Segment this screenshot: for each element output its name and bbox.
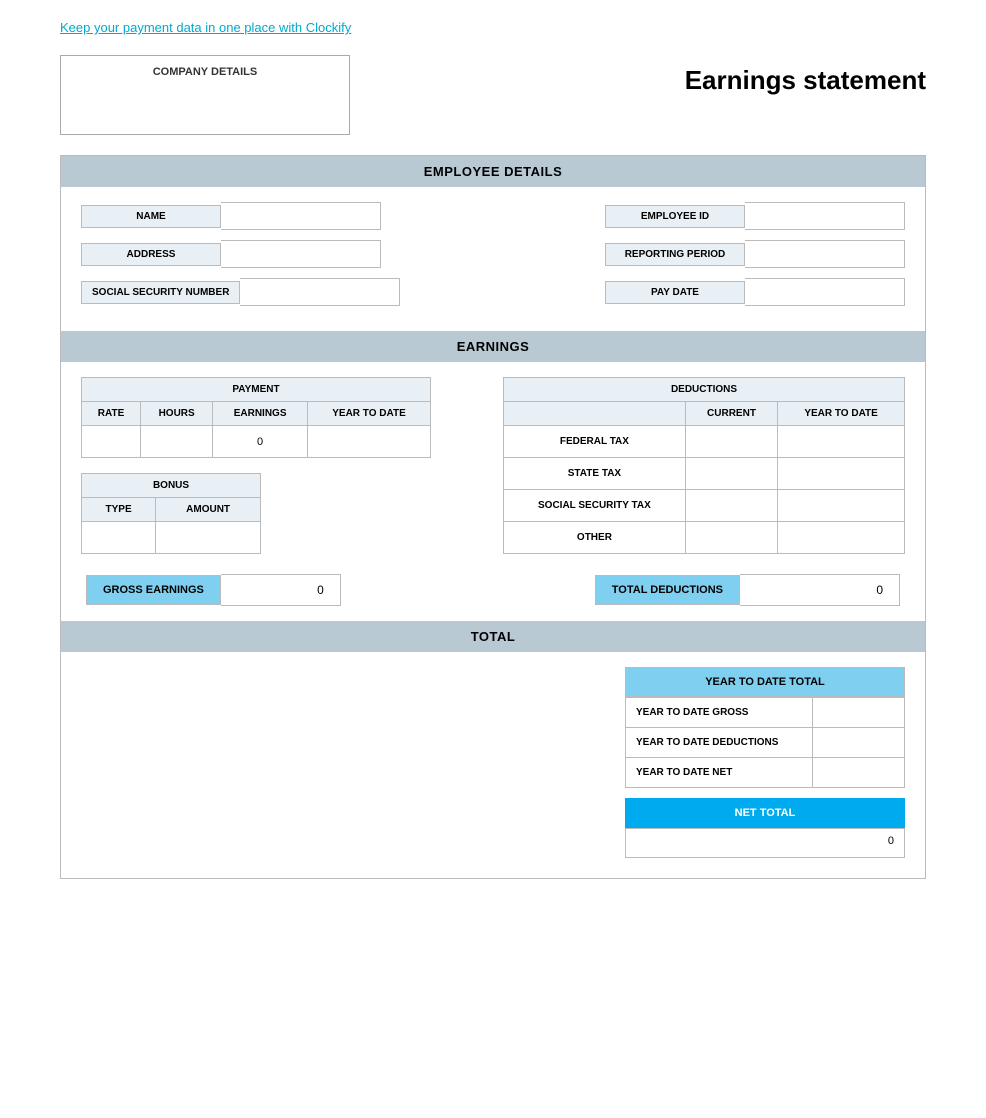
pay-date-input[interactable] [745,278,905,306]
federal-tax-ytd[interactable] [778,426,905,458]
clockify-link[interactable]: Keep your payment data in one place with… [60,20,351,35]
ytd-gross-label: YEAR TO DATE GROSS [626,698,813,728]
employee-details-header: EMPLOYEE DETAILS [61,156,925,187]
ytd-gross-value[interactable] [813,698,905,728]
fields-row-3: SOCIAL SECURITY NUMBER PAY DATE [81,278,905,306]
ssn-label: SOCIAL SECURITY NUMBER [81,281,240,304]
ytd-net-row: YEAR TO DATE NET [626,758,905,788]
totals-row: GROSS EARNINGS 0 TOTAL DEDUCTIONS 0 [81,574,905,606]
payment-col-hours: HOURS [141,402,213,426]
deductions-col-ytd: YEAR TO DATE [778,402,905,426]
name-field-group: NAME [81,202,381,230]
deductions-col-current: CURRENT [685,402,777,426]
payment-header: PAYMENT [82,378,431,402]
gross-earnings-value[interactable]: 0 [221,574,341,606]
total-deductions-label: TOTAL DEDUCTIONS [595,575,740,605]
ytd-container: YEAR TO DATE TOTAL YEAR TO DATE GROSS YE… [81,667,905,858]
payment-hours[interactable] [141,426,213,458]
header-row: COMPANY DETAILS Earnings statement [60,55,926,135]
gross-earnings-label: GROSS EARNINGS [86,575,221,605]
address-field-group: ADDRESS [81,240,381,268]
bonus-col-type: TYPE [82,498,156,522]
page-title: Earnings statement [685,65,926,96]
ssn-input[interactable] [240,278,400,306]
bonus-table: BONUS TYPE AMOUNT [81,473,261,554]
ytd-gross-row: YEAR TO DATE GROSS [626,698,905,728]
deductions-area: DEDUCTIONS CURRENT YEAR TO DATE FEDERAL … [503,377,905,554]
other-tax-current[interactable] [685,522,777,554]
total-deductions-value[interactable]: 0 [740,574,900,606]
reporting-period-input[interactable] [745,240,905,268]
ytd-net-label: YEAR TO DATE NET [626,758,813,788]
address-label: ADDRESS [81,243,221,266]
ytd-deductions-label: YEAR TO DATE DEDUCTIONS [626,728,813,758]
ss-tax-current[interactable] [685,490,777,522]
payment-rate[interactable] [82,426,141,458]
earnings-header: EARNINGS [61,331,925,362]
main-container: EMPLOYEE DETAILS NAME EMPLOYEE ID ADDRES… [60,155,926,879]
payment-earnings[interactable]: 0 [213,426,308,458]
payment-col-earnings: EARNINGS [213,402,308,426]
pay-date-label: PAY DATE [605,281,745,304]
bonus-amount[interactable] [156,522,261,554]
ytd-header: YEAR TO DATE TOTAL [625,667,905,697]
payment-col-ytd: YEAR TO DATE [308,402,431,426]
fields-row-2: ADDRESS REPORTING PERIOD [81,240,905,268]
bonus-type[interactable] [82,522,156,554]
deduction-row-ss: SOCIAL SECURITY TAX [504,490,905,522]
ssn-field-group: SOCIAL SECURITY NUMBER [81,278,400,306]
top-link-area: Keep your payment data in one place with… [0,0,986,55]
net-total-header: NET TOTAL [625,798,905,828]
left-col: PAYMENT RATE HOURS EARNINGS YEAR TO DATE [81,377,483,554]
payment-table: PAYMENT RATE HOURS EARNINGS YEAR TO DATE [81,377,431,458]
payment-row: 0 [82,426,431,458]
federal-tax-current[interactable] [685,426,777,458]
company-label: COMPANY DETAILS [71,66,339,78]
other-tax-label: OTHER [504,522,686,554]
total-deductions-box: TOTAL DEDUCTIONS 0 [595,574,900,606]
company-box: COMPANY DETAILS [60,55,350,135]
reporting-period-label: REPORTING PERIOD [605,243,745,266]
ytd-table: YEAR TO DATE GROSS YEAR TO DATE DEDUCTIO… [625,697,905,788]
deductions-header: DEDUCTIONS [504,378,905,402]
bonus-row [82,522,261,554]
employee-id-field-group: EMPLOYEE ID [605,202,905,230]
ss-tax-label: SOCIAL SECURITY TAX [504,490,686,522]
state-tax-current[interactable] [685,458,777,490]
fields-row-1: NAME EMPLOYEE ID [81,202,905,230]
federal-tax-label: FEDERAL TAX [504,426,686,458]
page-container: COMPANY DETAILS Earnings statement EMPLO… [0,55,986,919]
reporting-period-field-group: REPORTING PERIOD [605,240,905,268]
ytd-table-wrapper: YEAR TO DATE TOTAL YEAR TO DATE GROSS YE… [625,667,905,858]
employee-id-input[interactable] [745,202,905,230]
employee-id-label: EMPLOYEE ID [605,205,745,228]
state-tax-label: STATE TAX [504,458,686,490]
name-input[interactable] [221,202,381,230]
total-section: YEAR TO DATE TOTAL YEAR TO DATE GROSS YE… [61,652,925,878]
bonus-col-amount: AMOUNT [156,498,261,522]
state-tax-ytd[interactable] [778,458,905,490]
earnings-inner: PAYMENT RATE HOURS EARNINGS YEAR TO DATE [81,377,905,554]
total-section-header: TOTAL [61,621,925,652]
deductions-col-label [504,402,686,426]
deduction-row-federal: FEDERAL TAX [504,426,905,458]
pay-date-field-group: PAY DATE [605,278,905,306]
ytd-net-value[interactable] [813,758,905,788]
earnings-section: PAYMENT RATE HOURS EARNINGS YEAR TO DATE [61,362,925,621]
payment-ytd[interactable] [308,426,431,458]
address-input[interactable] [221,240,381,268]
other-tax-ytd[interactable] [778,522,905,554]
ss-tax-ytd[interactable] [778,490,905,522]
gross-earnings-box: GROSS EARNINGS 0 [86,574,341,606]
net-total-value[interactable]: 0 [625,828,905,858]
payment-col-rate: RATE [82,402,141,426]
employee-section: NAME EMPLOYEE ID ADDRESS REPORTING PERIO… [61,187,925,331]
deduction-row-other: OTHER [504,522,905,554]
deduction-row-state: STATE TAX [504,458,905,490]
bonus-header: BONUS [82,474,261,498]
name-label: NAME [81,205,221,228]
ytd-deductions-value[interactable] [813,728,905,758]
deductions-table: DEDUCTIONS CURRENT YEAR TO DATE FEDERAL … [503,377,905,554]
ytd-deductions-row: YEAR TO DATE DEDUCTIONS [626,728,905,758]
